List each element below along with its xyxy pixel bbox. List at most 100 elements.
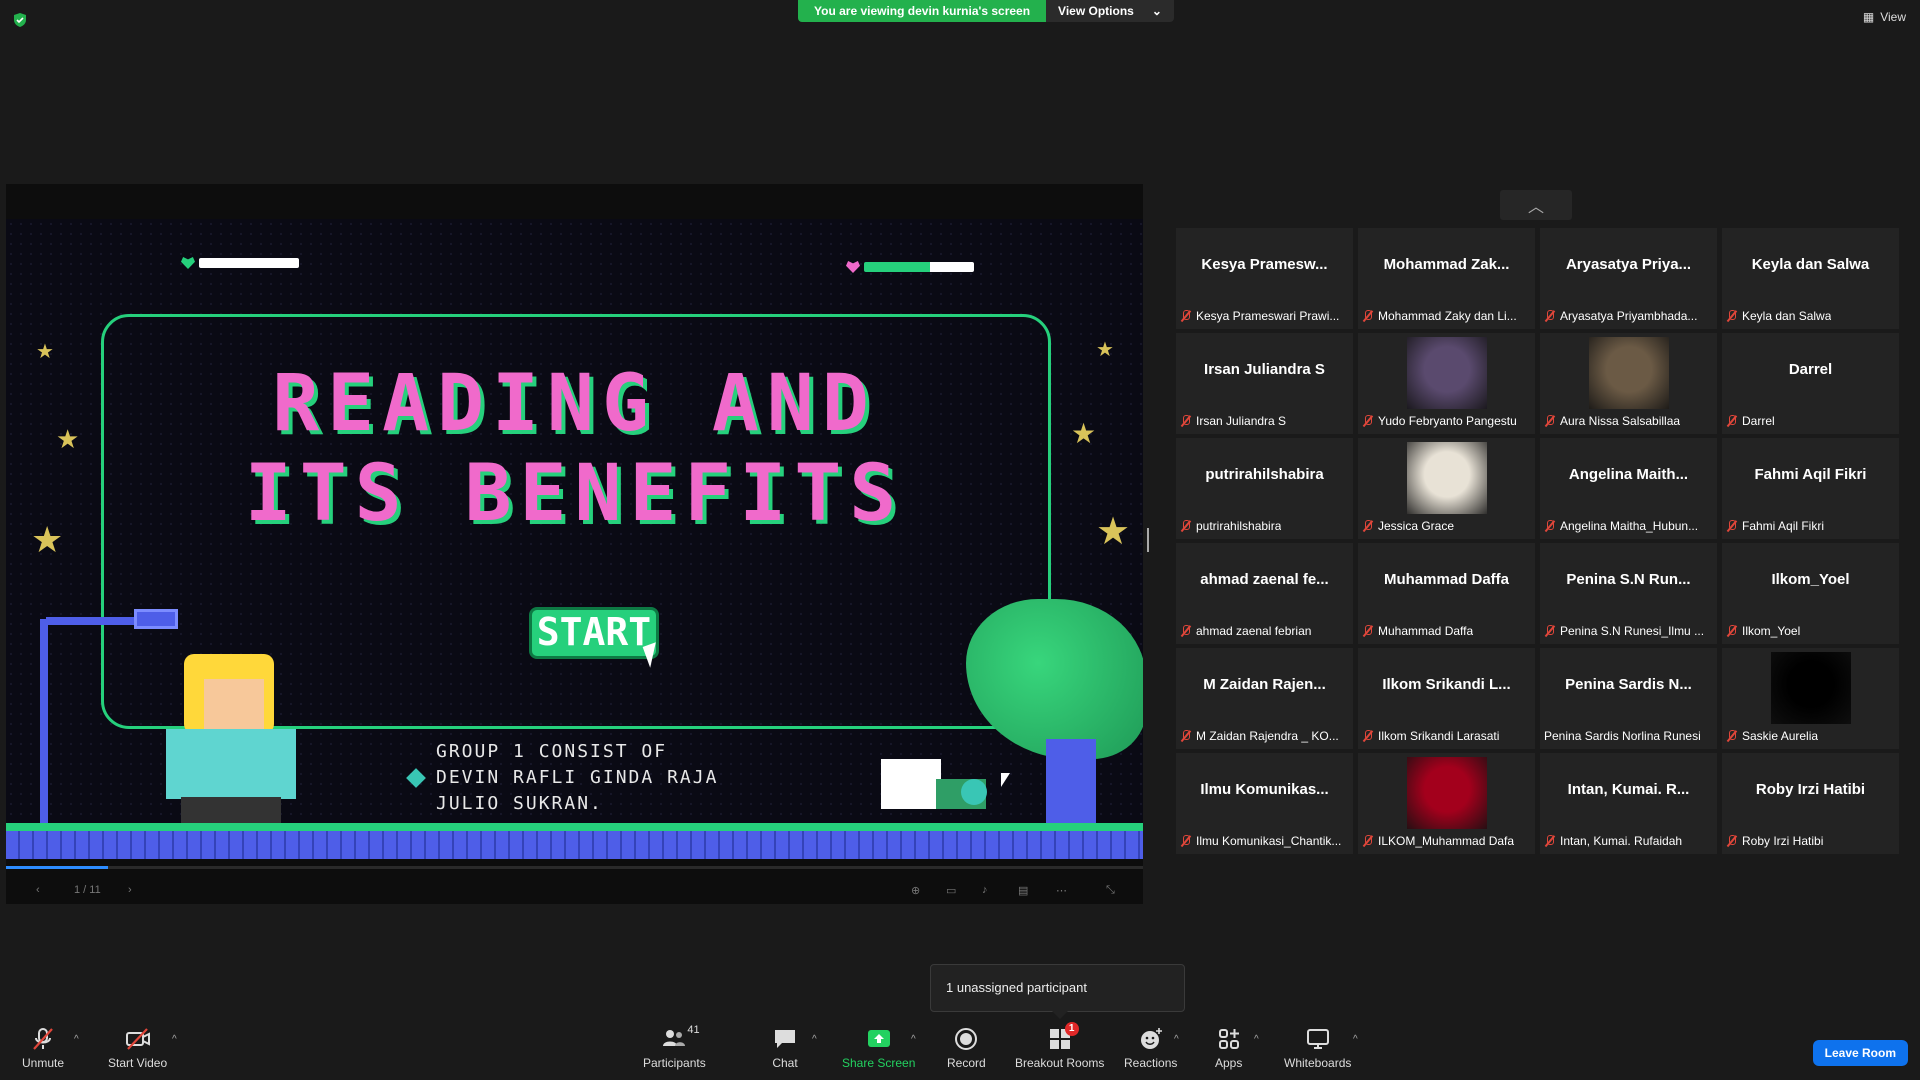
participant-name-label: M Zaidan Rajendra _ KO...: [1180, 727, 1349, 745]
mic-muted-icon: [1362, 415, 1374, 427]
grid-view-icon: ▦: [1862, 10, 1875, 24]
participant-tile[interactable]: Jessica Grace: [1358, 438, 1535, 539]
whiteboard-icon: [1306, 1029, 1329, 1049]
shared-screen[interactable]: ★ ★ ★ ★ ★ ★ READING AND ITS BENEFITS STA…: [6, 184, 1143, 904]
apps-label: Apps: [1215, 1056, 1243, 1070]
mic-muted-icon: [1726, 835, 1738, 847]
participant-tile[interactable]: Intan, Kumai. R... Intan, Kumai. Rufaidah: [1540, 753, 1717, 854]
participant-tile[interactable]: Kesya Pramesw... Kesya Prameswari Prawi..…: [1176, 228, 1353, 329]
participant-tile[interactable]: Penina S.N Run... Penina S.N Runesi_Ilmu …: [1540, 543, 1717, 644]
participant-tile[interactable]: Ilkom Srikandi L... Ilkom Srikandi Larasa…: [1358, 648, 1535, 749]
participant-tile[interactable]: Saskie Aurelia: [1722, 648, 1899, 749]
record-button[interactable]: Record: [947, 1026, 986, 1070]
participant-name-label: Ilkom Srikandi Larasati: [1362, 727, 1531, 745]
participant-tile[interactable]: Penina Sardis N... Penina Sardis Norlina …: [1540, 648, 1717, 749]
chat-button[interactable]: Chat: [772, 1026, 798, 1070]
reactions-button[interactable]: Reactions: [1124, 1026, 1177, 1070]
exit-fullscreen-icon[interactable]: ⤡: [1106, 884, 1115, 897]
prev-slide-icon[interactable]: ‹: [36, 884, 40, 896]
group-members: GROUP 1 CONSIST OF DEVIN RAFLI GINDA RAJ…: [436, 741, 719, 814]
slide: ★ ★ ★ ★ ★ ★ READING AND ITS BENEFITS STA…: [6, 219, 1143, 859]
participant-display-name: ahmad zaenal fe...: [1200, 570, 1329, 588]
participant-name: Ilkom Srikandi Larasati: [1378, 729, 1500, 743]
participant-name: ahmad zaenal febrian: [1196, 624, 1312, 638]
participant-tile[interactable]: putrirahilshabira putrirahilshabira: [1176, 438, 1353, 539]
participant-display-name: Penina S.N Run...: [1566, 570, 1691, 588]
participant-tile[interactable]: Yudo Febryanto Pangestu: [1358, 333, 1535, 434]
next-slide-icon[interactable]: ›: [128, 884, 132, 896]
share-banner: You are viewing devin kurnia's screen Vi…: [798, 0, 1174, 22]
slide-title-line1: READING AND: [272, 359, 877, 449]
participant-name: Darrel: [1742, 414, 1775, 428]
share-screen-button[interactable]: Share Screen: [842, 1026, 915, 1070]
start-button: START: [529, 607, 659, 659]
participant-tile[interactable]: Mohammad Zak... Mohammad Zaky dan Li...: [1358, 228, 1535, 329]
participant-tile[interactable]: Keyla dan Salwa Keyla dan Salwa: [1722, 228, 1899, 329]
mic-muted-icon: [1362, 520, 1374, 532]
participants-button[interactable]: 41 Participants: [643, 1024, 706, 1070]
participant-name-label: Roby Irzi Hatibi: [1726, 832, 1895, 850]
participant-tile[interactable]: Roby Irzi Hatibi Roby Irzi Hatibi: [1722, 753, 1899, 854]
participant-video: [1406, 337, 1487, 409]
participant-gallery: Kesya Pramesw... Kesya Prameswari Prawi..…: [1176, 228, 1900, 854]
mic-muted-icon: [1726, 730, 1738, 742]
share-screen-icon: [867, 1030, 890, 1047]
health-bar-left: [181, 257, 299, 269]
gallery-page-up-button[interactable]: ︿: [1500, 190, 1572, 220]
whiteboards-options-caret-icon[interactable]: ^: [1353, 1034, 1358, 1045]
participant-tile[interactable]: ahmad zaenal fe... ahmad zaenal febrian: [1176, 543, 1353, 644]
participant-tile[interactable]: Aura Nissa Salsabillaa: [1540, 333, 1717, 434]
participant-tile[interactable]: Muhammad Daffa Muhammad Daffa: [1358, 543, 1535, 644]
participant-name: Muhammad Daffa: [1378, 624, 1474, 638]
participant-tile[interactable]: M Zaidan Rajen... M Zaidan Rajendra _ KO.…: [1176, 648, 1353, 749]
chat-options-caret-icon[interactable]: ^: [812, 1034, 817, 1045]
layout-icon[interactable]: ▤: [1018, 884, 1028, 897]
view-options-button[interactable]: View Options ⌄: [1046, 0, 1174, 22]
reactions-options-caret-icon[interactable]: ^: [1174, 1034, 1179, 1045]
mic-muted-icon: [1180, 520, 1192, 532]
participant-display-name: Kesya Pramesw...: [1201, 255, 1328, 273]
participant-display-name: Roby Irzi Hatibi: [1755, 780, 1866, 798]
share-options-caret-icon[interactable]: ^: [911, 1034, 916, 1045]
more-icon[interactable]: ⋯: [1056, 884, 1067, 897]
participant-name-label: ahmad zaenal febrian: [1180, 622, 1349, 640]
share-screen-label: Share Screen: [842, 1056, 916, 1070]
breakout-rooms-button[interactable]: 1 Breakout Rooms: [1015, 1022, 1104, 1070]
participant-tile[interactable]: Darrel Darrel: [1722, 333, 1899, 434]
participant-tile[interactable]: Angelina Maith... Angelina Maitha_Hubun..…: [1540, 438, 1717, 539]
whiteboards-label: Whiteboards: [1284, 1056, 1352, 1070]
participant-display-name: Ilmu Komunikas...: [1200, 780, 1329, 798]
view-button[interactable]: ▦ View: [1863, 10, 1906, 24]
zoom-icon[interactable]: ⊕: [911, 884, 920, 897]
whiteboards-button[interactable]: Whiteboards: [1284, 1026, 1351, 1070]
diamond-icon: [406, 768, 426, 788]
unmute-button[interactable]: Unmute: [22, 1026, 64, 1070]
participant-tile[interactable]: Irsan Juliandra S Irsan Juliandra S: [1176, 333, 1353, 434]
mic-muted-icon: [1362, 625, 1374, 637]
chat-icon: [775, 1030, 795, 1048]
participant-name-label: Penina Sardis Norlina Runesi: [1544, 727, 1713, 745]
shield-icon[interactable]: [12, 12, 28, 28]
audio-options-caret-icon[interactable]: ^: [74, 1034, 79, 1045]
participant-tile[interactable]: Ilmu Komunikas... Ilmu Komunikasi_Chantik…: [1176, 753, 1353, 854]
pixel-cat: [881, 759, 941, 809]
participant-display-name: Darrel: [1788, 360, 1833, 378]
participant-tile[interactable]: Ilkom_Yoel Ilkom_Yoel: [1722, 543, 1899, 644]
split-drag-handle[interactable]: [1147, 528, 1149, 552]
participant-tile[interactable]: Aryasatya Priya... Aryasatya Priyambhada.…: [1540, 228, 1717, 329]
participant-tile[interactable]: Fahmi Aqil Fikri Fahmi Aqil Fikri: [1722, 438, 1899, 539]
apps-button[interactable]: Apps: [1215, 1026, 1242, 1070]
participant-name-label: putrirahilshabira: [1180, 517, 1349, 535]
leave-room-button[interactable]: Leave Room: [1812, 1040, 1908, 1066]
audio-icon[interactable]: ♪: [982, 884, 988, 896]
participant-display-name: Irsan Juliandra S: [1204, 360, 1325, 378]
heart-icon: [181, 257, 195, 269]
participant-tile[interactable]: ILKOM_Muhammad Dafa: [1358, 753, 1535, 854]
video-options-caret-icon[interactable]: ^: [172, 1034, 177, 1045]
start-video-button[interactable]: Start Video: [108, 1026, 167, 1070]
participant-name: Aryasatya Priyambhada...: [1560, 309, 1698, 323]
captions-icon[interactable]: ▭: [946, 884, 956, 897]
participant-display-name: Intan, Kumai. R...: [1567, 780, 1690, 798]
slide-title-line2: ITS BENEFITS: [244, 449, 905, 539]
apps-options-caret-icon[interactable]: ^: [1254, 1034, 1259, 1045]
